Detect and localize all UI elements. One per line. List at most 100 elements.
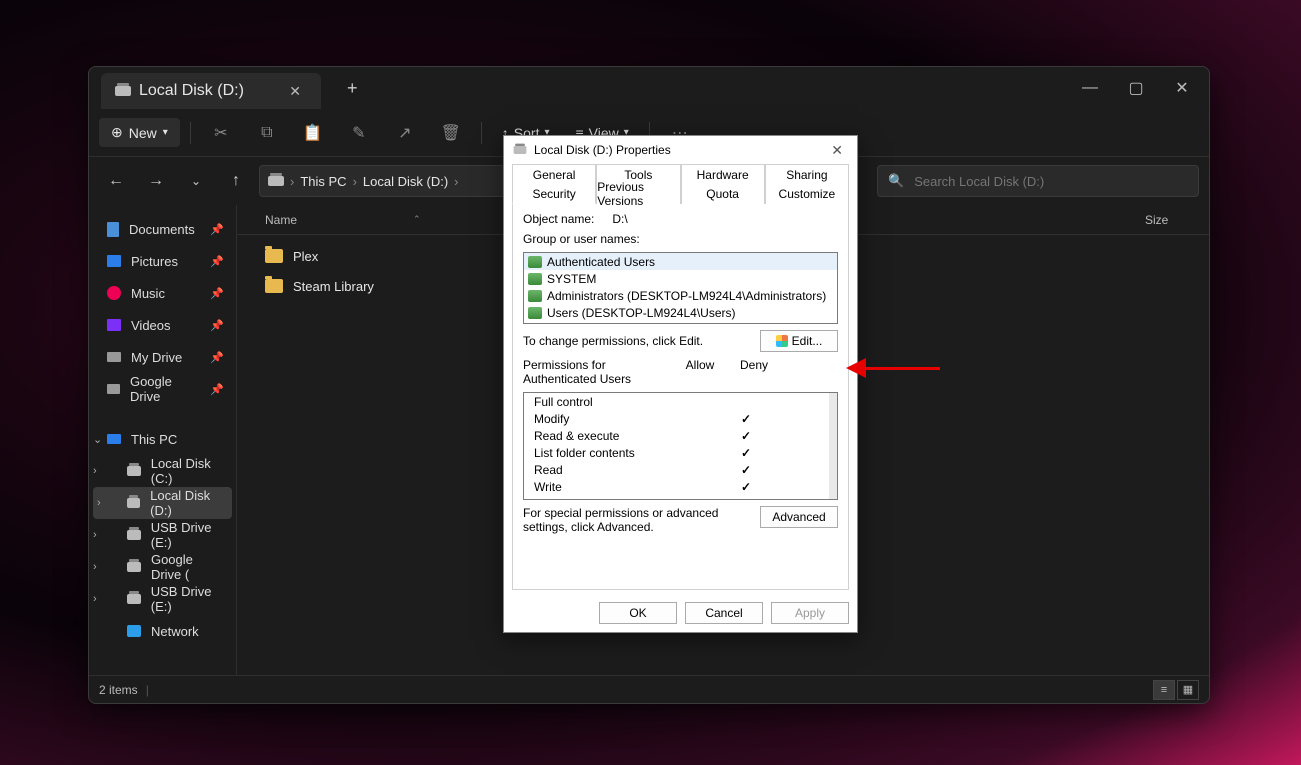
disk-icon	[115, 86, 131, 96]
annotation-arrow	[846, 358, 940, 378]
file-name: Plex	[293, 249, 318, 264]
chevron-right-icon[interactable]: ›	[93, 561, 97, 573]
disk-icon	[127, 594, 141, 604]
sidebar-item-drive-d[interactable]: › Local Disk (D:)	[93, 487, 232, 519]
maximize-button[interactable]: ▢	[1113, 72, 1159, 104]
tab-sharing[interactable]: Sharing	[765, 164, 849, 184]
search-box[interactable]: 🔍	[877, 165, 1199, 197]
advanced-button[interactable]: Advanced	[760, 506, 838, 528]
pin-icon: 📌	[210, 383, 224, 396]
sidebar-item-network[interactable]: Network	[89, 615, 236, 647]
chevron-down-icon[interactable]: ⌄	[179, 164, 213, 198]
cancel-button[interactable]: Cancel	[685, 602, 763, 624]
object-name-value: D:\	[612, 212, 627, 226]
chevron-right-icon[interactable]: ›	[93, 465, 97, 477]
chevron-right-icon[interactable]: ›	[97, 497, 101, 509]
crumb-current[interactable]: Local Disk (D:)	[363, 174, 448, 189]
back-button[interactable]: ←	[99, 164, 133, 198]
cut-icon[interactable]: ✂	[201, 115, 241, 151]
sidebar-item-label: Videos	[131, 318, 171, 333]
group-item[interactable]: Administrators (DESKTOP-LM924L4\Administ…	[524, 287, 837, 304]
share-icon[interactable]: ↗	[385, 115, 425, 151]
pin-icon: 📌	[210, 287, 224, 300]
sidebar-item-documents[interactable]: Documents 📌	[89, 213, 236, 245]
search-input[interactable]	[914, 174, 1188, 189]
permissions-header: Permissions for Authenticated Users Allo…	[523, 358, 838, 386]
sidebar-item-drive-c[interactable]: › Local Disk (C:)	[89, 455, 236, 487]
group-item[interactable]: Users (DESKTOP-LM924L4\Users)	[524, 304, 837, 321]
tab-title: Local Disk (D:)	[139, 82, 244, 100]
delete-icon[interactable]: 🗑	[431, 115, 471, 151]
chevron-right-icon[interactable]: ›	[93, 593, 97, 605]
separator	[190, 122, 191, 144]
new-button[interactable]: ⊕ New ▾	[99, 118, 180, 147]
icons-view-button[interactable]: ▦	[1177, 680, 1199, 700]
sidebar-item-googledrive-drive[interactable]: › Google Drive (	[89, 551, 236, 583]
tab-hardware[interactable]: Hardware	[681, 164, 765, 184]
scrollbar[interactable]	[829, 393, 837, 499]
edit-label: Edit...	[792, 334, 823, 348]
users-icon	[528, 307, 542, 319]
permission-row[interactable]: Modify✓	[524, 410, 837, 427]
sidebar-item-music[interactable]: Music 📌	[89, 277, 236, 309]
forward-button[interactable]: →	[139, 164, 173, 198]
permissions-listbox[interactable]: Full control Modify✓ Read & execute✓ Lis…	[523, 392, 838, 500]
window-tab[interactable]: Local Disk (D:) ✕	[101, 73, 321, 109]
close-tab-icon[interactable]: ✕	[283, 81, 307, 102]
up-button[interactable]: ↑	[219, 164, 253, 198]
permission-row[interactable]: Full control	[524, 393, 837, 410]
edit-button[interactable]: Edit...	[760, 330, 838, 352]
new-tab-button[interactable]: +	[339, 74, 366, 103]
breadcrumb[interactable]: › This PC › Local Disk (D:) ›	[259, 165, 519, 197]
close-dialog-button[interactable]: ✕	[825, 140, 849, 161]
sidebar-item-googledrive[interactable]: Google Drive 📌	[89, 373, 236, 405]
disk-icon	[127, 562, 141, 572]
chevron-down-icon[interactable]: ⌄	[93, 433, 102, 446]
sidebar-item-thispc[interactable]: ⌄ This PC	[89, 423, 236, 455]
close-window-button[interactable]: ✕	[1159, 72, 1205, 104]
group-item[interactable]: Authenticated Users	[524, 253, 837, 270]
paste-icon[interactable]: 📋	[293, 115, 333, 151]
tab-security[interactable]: Security	[512, 184, 596, 204]
apply-button[interactable]: Apply	[771, 602, 849, 624]
document-icon	[107, 222, 119, 237]
column-size[interactable]: Size	[875, 213, 1145, 227]
tab-general[interactable]: General	[512, 164, 596, 184]
sidebar-item-pictures[interactable]: Pictures 📌	[89, 245, 236, 277]
copy-icon[interactable]: ⧉	[247, 115, 287, 151]
chevron-right-icon[interactable]: ›	[93, 529, 97, 541]
sidebar-item-usb-e[interactable]: › USB Drive (E:)	[89, 519, 236, 551]
sidebar-item-videos[interactable]: Videos 📌	[89, 309, 236, 341]
tab-previous-versions[interactable]: Previous Versions	[596, 184, 680, 204]
permission-row[interactable]: List folder contents✓	[524, 444, 837, 461]
plus-circle-icon: ⊕	[111, 124, 123, 141]
music-icon	[107, 286, 121, 300]
tab-quota[interactable]: Quota	[681, 184, 765, 204]
disk-icon	[127, 530, 141, 540]
permission-row[interactable]: Read & execute✓	[524, 427, 837, 444]
permission-row[interactable]: Read✓	[524, 461, 837, 478]
disk-icon	[268, 176, 284, 186]
minimize-button[interactable]: —	[1067, 72, 1113, 104]
dialog-body: General Tools Hardware Sharing Security …	[504, 164, 857, 594]
ok-button[interactable]: OK	[599, 602, 677, 624]
users-icon	[528, 256, 542, 268]
group-listbox[interactable]: Authenticated Users SYSTEM Administrator…	[523, 252, 838, 324]
sidebar-item-label: USB Drive (E:)	[151, 584, 224, 614]
sidebar-item-usb-e2[interactable]: › USB Drive (E:)	[89, 583, 236, 615]
rename-icon[interactable]: ✎	[339, 115, 379, 151]
crumb-root[interactable]: This PC	[300, 174, 346, 189]
group-item[interactable]: SYSTEM	[524, 270, 837, 287]
group-name: Administrators (DESKTOP-LM924L4\Administ…	[547, 289, 826, 303]
permission-row[interactable]: Write✓	[524, 478, 837, 495]
allow-check: ✓	[719, 446, 773, 460]
details-view-button[interactable]: ≡	[1153, 680, 1175, 700]
sidebar-item-mydrive[interactable]: My Drive 📌	[89, 341, 236, 373]
advanced-row: For special permissions or advanced sett…	[523, 506, 838, 534]
crumb-sep: ›	[353, 174, 357, 189]
security-tab-content: Object name: D:\ Group or user names: Au…	[512, 204, 849, 590]
allow-check: ✓	[719, 429, 773, 443]
tab-customize[interactable]: Customize	[765, 184, 849, 204]
folder-icon	[265, 249, 283, 263]
sidebar-item-label: Documents	[129, 222, 195, 237]
